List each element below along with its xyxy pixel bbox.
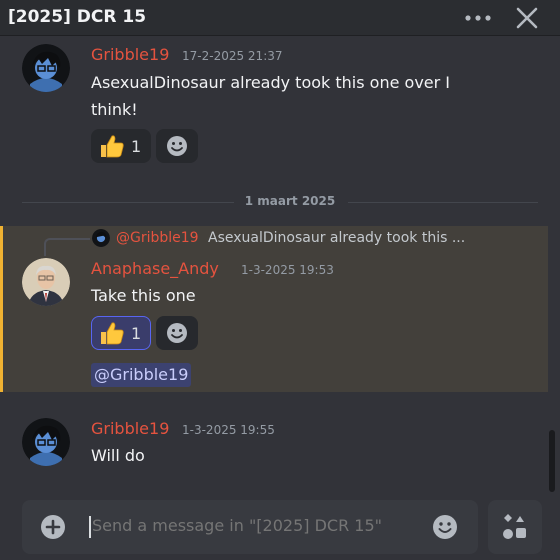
message-timestamp: 1-3-2025 19:55 [182, 423, 275, 437]
message-text: AsexualDinosaur already took this one ov… [91, 73, 451, 92]
reply-preview[interactable]: AsexualDinosaur already took this ... [208, 230, 465, 246]
scrollbar[interactable] [549, 430, 555, 492]
message-composer[interactable] [22, 500, 478, 554]
reaction-thumbs-up[interactable]: 1 [91, 316, 151, 350]
reply-avatar[interactable] [92, 229, 110, 247]
message-timestamp: 17-2-2025 21:37 [182, 49, 283, 63]
message-text: Will do [91, 446, 145, 465]
message-timestamp: 1-3-2025 19:53 [241, 263, 334, 277]
apps-button[interactable] [488, 500, 542, 554]
reaction-thumbs-up[interactable]: 1 [91, 129, 151, 163]
date-divider: 1 maart 2025 [22, 194, 538, 208]
add-reaction-button[interactable] [156, 316, 198, 350]
avatar[interactable] [22, 258, 70, 306]
user-mention[interactable]: @Gribble19 [91, 363, 192, 387]
more-icon[interactable] [462, 9, 494, 27]
message-author[interactable]: Gribble19 [91, 45, 169, 64]
reaction-count: 1 [131, 136, 142, 156]
add-reaction-icon [167, 136, 187, 156]
plus-icon[interactable] [40, 514, 66, 540]
divider-line-left [22, 202, 234, 203]
reply-connector [44, 238, 90, 256]
apps-icon [503, 514, 526, 539]
message-text-continued: think! [91, 100, 138, 119]
message-input[interactable] [92, 516, 422, 535]
emoji-icon[interactable] [432, 514, 458, 540]
message-author[interactable]: Gribble19 [91, 419, 169, 438]
reaction-count: 1 [131, 323, 142, 343]
message-author[interactable]: Anaphase_Andy [91, 259, 219, 278]
avatar[interactable] [22, 44, 70, 92]
title-bar: [2025] DCR 15 [0, 0, 560, 36]
avatar[interactable] [22, 418, 70, 466]
add-reaction-button[interactable] [156, 129, 198, 163]
text-caret [89, 516, 91, 538]
message-text: Take this one [91, 286, 196, 305]
date-divider-label: 1 maart 2025 [244, 194, 336, 208]
thumbs-up-icon [101, 322, 124, 345]
window-title: [2025] DCR 15 [8, 7, 147, 27]
close-icon[interactable] [514, 6, 540, 30]
add-reaction-icon [167, 323, 187, 343]
thumbs-up-icon [101, 135, 124, 158]
divider-line-right [348, 202, 538, 203]
reply-author[interactable]: @Gribble19 [116, 230, 199, 246]
